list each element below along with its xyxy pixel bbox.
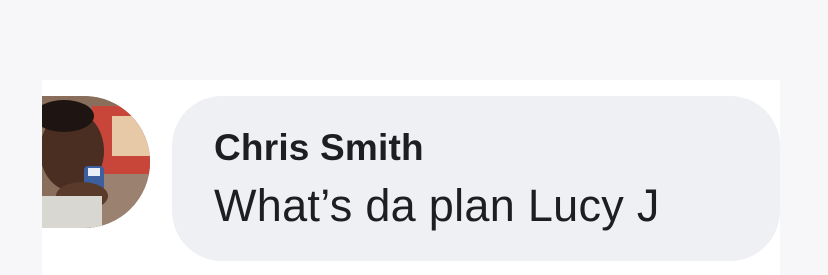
avatar[interactable] — [42, 96, 150, 228]
comment-bubble[interactable]: Chris Smith What’s da plan Lucy J — [172, 96, 780, 261]
comment-text: What’s da plan Lucy J — [214, 180, 660, 231]
avatar-photo-icon — [42, 96, 150, 228]
comment-thread: Chris Smith What’s da plan Lucy J — [0, 0, 828, 275]
comment-author[interactable]: Chris Smith — [214, 126, 780, 170]
comment: Chris Smith What’s da plan Lucy J — [42, 80, 780, 275]
